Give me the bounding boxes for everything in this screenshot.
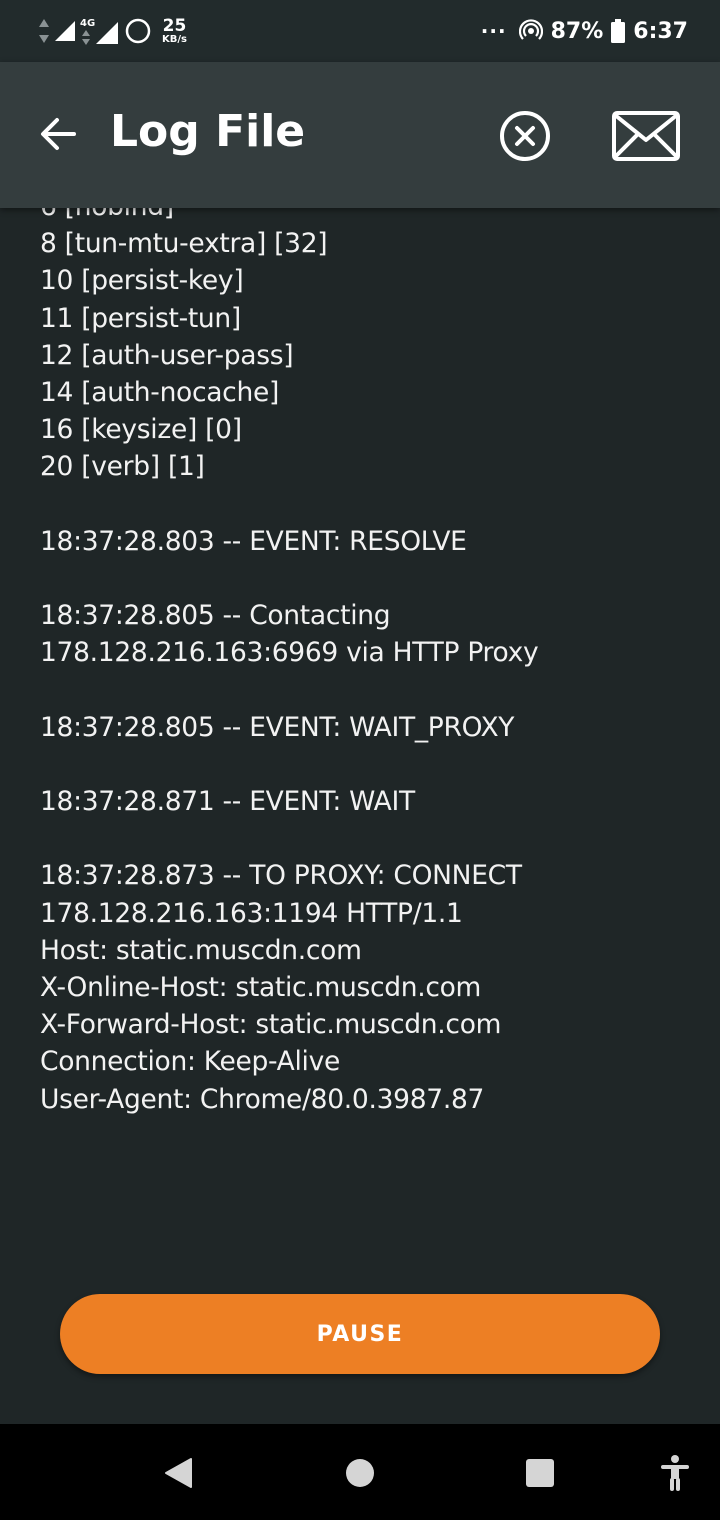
log-file-screen: 4G 25 KB/s ··· 87% 6:37 Log File 8 [tun-…	[0, 0, 720, 1520]
pause-button[interactable]: PAUSE	[60, 1294, 660, 1374]
log-line: 20 [verb] [1]	[40, 451, 205, 483]
navigation-bar	[0, 1424, 720, 1520]
speed-unit: KB/s	[162, 33, 187, 45]
square-recents-icon	[526, 1459, 554, 1487]
overflow-dots: ···	[480, 19, 507, 43]
triangle-back-icon	[165, 1458, 192, 1488]
log-line: 18:37:28.805 -- EVENT: WAIT_PROXY	[40, 711, 515, 743]
log-line: 12 [auth-user-pass]	[40, 339, 294, 371]
data-arrows-icon	[39, 19, 49, 43]
nav-home-button[interactable]	[335, 1448, 385, 1498]
log-line: Host: static.muscdn.com	[40, 934, 362, 966]
close-circle-icon	[500, 111, 550, 161]
log-text: 6 [nobind] 8 [tun-mtu-extra] [32] 10 [pers…	[40, 208, 700, 1118]
log-line: 11 [persist-tun]	[40, 302, 241, 334]
log-line: 6 [nobind]	[40, 208, 700, 225]
log-line: 178.128.216.163:1194 HTTP/1.1	[40, 897, 463, 929]
clear-log-button[interactable]	[495, 106, 555, 166]
log-line: 16 [keysize] [0]	[40, 414, 242, 446]
log-line: 14 [auth-nocache]	[40, 376, 279, 408]
envelope-icon	[612, 111, 680, 161]
signal-icon	[55, 21, 75, 41]
log-line: Connection: Keep-Alive	[40, 1046, 341, 1078]
log-line: X-Forward-Host: static.muscdn.com	[40, 1009, 502, 1041]
log-line: 18:37:28.871 -- EVENT: WAIT	[40, 786, 415, 817]
log-line: 18:37:28.873 -- TO PROXY: CONNECT	[40, 860, 522, 892]
log-line: 8 [tun-mtu-extra] [32]	[40, 228, 328, 260]
signal-4g-icon: 4G	[80, 18, 118, 45]
log-line: 18:37:28.805 -- Contacting	[40, 600, 391, 632]
back-button[interactable]	[30, 106, 86, 162]
nav-back-button[interactable]	[153, 1448, 203, 1498]
network-type-label: 4G	[80, 18, 95, 29]
log-line: User-Agent: Chrome/80.0.3987.87	[40, 1083, 485, 1115]
sync-circle-icon	[125, 18, 151, 44]
app-bar: Log File	[0, 62, 720, 208]
accessibility-button[interactable]	[650, 1448, 700, 1498]
battery-icon	[611, 19, 626, 43]
hotspot-icon	[518, 19, 543, 40]
status-left-group: 4G 25 KB/s	[38, 14, 187, 48]
send-email-button[interactable]	[608, 104, 684, 168]
circle-home-icon	[346, 1459, 374, 1487]
clock: 6:37	[633, 18, 688, 44]
log-line: X-Online-Host: static.muscdn.com	[40, 971, 482, 1003]
battery-percent: 87%	[550, 18, 604, 44]
accessibility-person-icon	[661, 1455, 689, 1491]
speed-value: 25	[162, 15, 187, 36]
status-bar: 4G 25 KB/s ··· 87% 6:37	[0, 0, 720, 62]
page-title: Log File	[110, 106, 306, 157]
arrow-left-icon	[41, 118, 76, 150]
log-line: 10 [persist-key]	[40, 265, 244, 297]
log-line: 18:37:28.803 -- EVENT: RESOLVE	[40, 525, 467, 557]
log-line: 178.128.216.163:6969 via HTTP Proxy	[40, 637, 539, 669]
status-right-group: ··· 87% 6:37	[481, 14, 688, 48]
nav-recents-button[interactable]	[515, 1448, 565, 1498]
network-speed: 25 KB/s	[162, 15, 187, 45]
log-content-area[interactable]: 6 [nobind] 8 [tun-mtu-extra] [32] 10 [pers…	[0, 208, 720, 1424]
